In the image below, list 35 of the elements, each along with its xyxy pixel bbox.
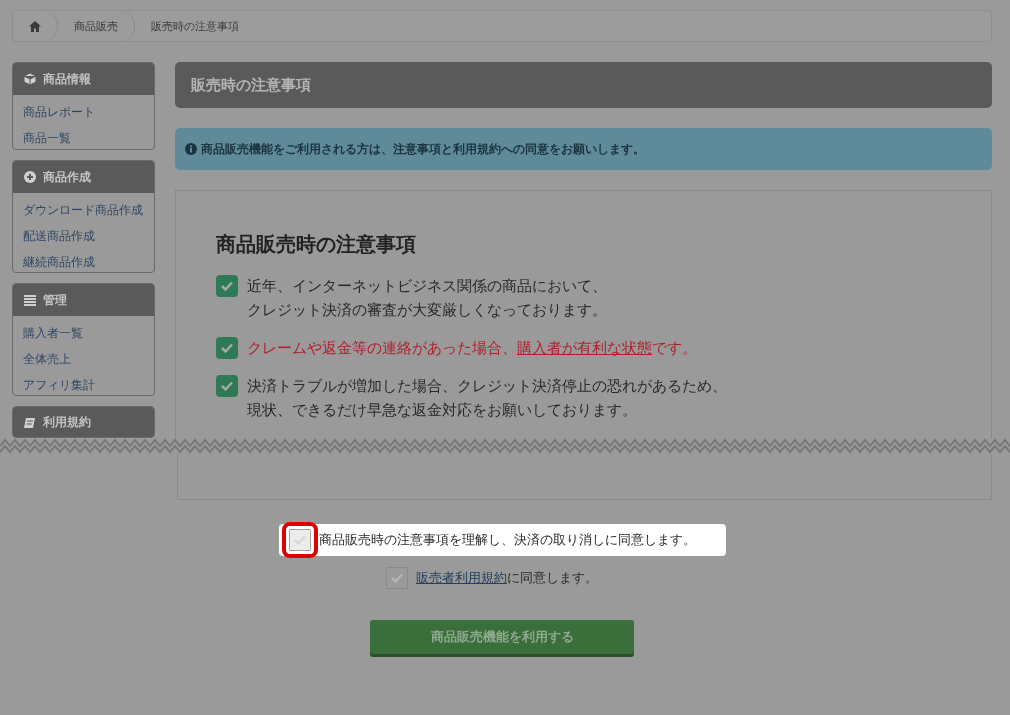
sidebar-link[interactable]: 商品レポート: [23, 101, 144, 123]
submit-button[interactable]: 商品販売機能を利用する: [370, 620, 634, 654]
sidebar-panel-title: 管理: [43, 291, 67, 309]
agreement-label: 商品販売時の注意事項を理解し、決済の取り消しに同意します。: [318, 531, 696, 549]
info-icon: [185, 143, 197, 155]
list-icon: [23, 293, 37, 308]
sidebar-link[interactable]: ダウンロード商品作成: [23, 199, 144, 222]
terms-link[interactable]: 販売者利用規約: [416, 570, 507, 585]
book-icon: [23, 415, 37, 430]
notice-text: 決済トラブルが増加した場合、クレジット決済停止の恐れがあるため、 現状、できるだけ早急な返金対応をお願いしております。: [247, 376, 727, 421]
sidebar-link[interactable]: 配送商品作成: [23, 225, 144, 248]
sidebar-link[interactable]: 全体売上: [23, 348, 144, 371]
check-icon: [220, 280, 234, 292]
notice-text: 近年、インターネットビジネス関係の商品において、 クレジット決済の審査が大変厳しくなっております。: [247, 276, 607, 321]
plus-circle-icon: [23, 170, 37, 185]
info-alert-text: 商品販売機能をご利用される方は、注意事項と利用規約への同意をお願いします。: [201, 140, 645, 158]
page-title: 販売時の注意事項: [175, 62, 992, 108]
agreement-label: 販売者利用規約に同意します。: [416, 569, 598, 587]
checkbox[interactable]: [386, 567, 408, 589]
notice-text: クレームや返金等の連絡があった場合、購入者が有利な状態です。: [247, 338, 697, 359]
sidebar-panel-title: 商品情報: [43, 70, 91, 88]
notice-heading: 商品販売時の注意事項: [216, 231, 417, 258]
sidebar-panel-title: 商品作成: [43, 168, 91, 186]
breadcrumb-link[interactable]: 商品販売: [58, 11, 135, 41]
home-icon: [29, 20, 41, 32]
cube-icon: [23, 72, 37, 86]
sidebar-link[interactable]: 継続商品作成: [23, 251, 144, 273]
sidebar-link[interactable]: 商品一覧: [23, 127, 144, 149]
check-icon: [390, 572, 404, 584]
sidebar-link[interactable]: アフィリ集計: [23, 374, 144, 395]
sidebar-panel-title: 利用規約: [43, 414, 91, 432]
sidebar-link[interactable]: 購入者一覧: [23, 322, 144, 345]
check-icon: [220, 380, 234, 392]
breadcrumb-link[interactable]: 販売時の注意事項: [135, 11, 255, 41]
check-icon: [220, 342, 234, 354]
